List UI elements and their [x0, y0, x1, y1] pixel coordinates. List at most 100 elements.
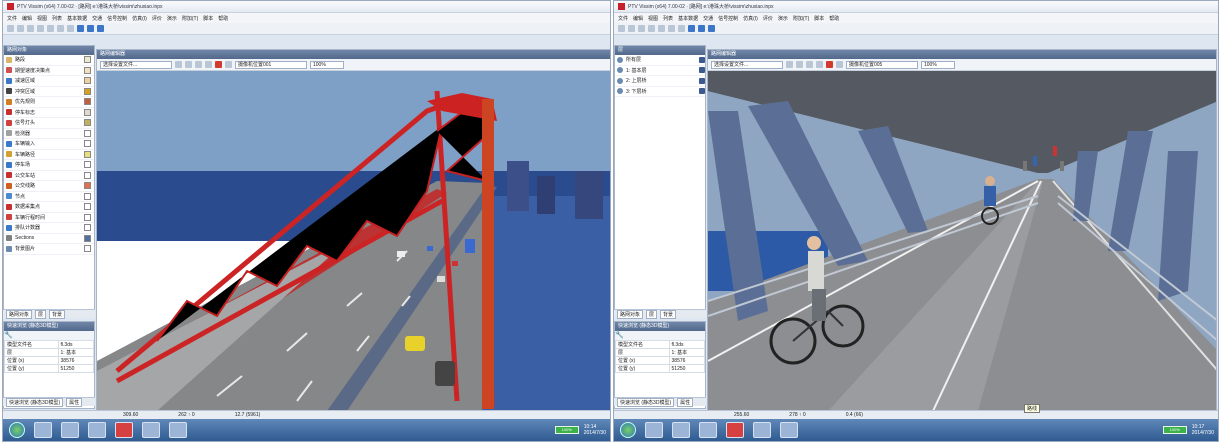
attribute-value[interactable]: fl.3ds	[57, 340, 95, 349]
menu-item[interactable]: 脚本	[203, 15, 213, 22]
view-settings-select[interactable]: 选择设置文件...	[711, 60, 783, 69]
panel-tab[interactable]: 属性	[677, 397, 694, 407]
menu-item[interactable]: 帮助	[218, 15, 228, 22]
menu-item[interactable]: 编辑	[633, 15, 643, 22]
redo-icon[interactable]	[47, 25, 54, 32]
undo-icon[interactable]	[37, 25, 44, 32]
network-object-item[interactable]: 期望速度决策点	[4, 66, 94, 76]
eye-icon[interactable]	[617, 67, 623, 74]
open-file-icon[interactable]	[628, 25, 635, 32]
panel-tab[interactable]: 背景	[49, 309, 66, 319]
bridge-deck-3d-view[interactable]	[708, 71, 1216, 411]
clock[interactable]: 10:14 2014/7/30	[584, 424, 606, 436]
attribute-value[interactable]: 38576	[668, 356, 706, 365]
attribute-value[interactable]: fl.3ds	[668, 340, 706, 349]
clock[interactable]: 10:17 2014/7/30	[1192, 424, 1214, 436]
menu-item[interactable]: 评价	[152, 15, 162, 22]
menu-item[interactable]: 列表	[52, 15, 62, 22]
menu-item[interactable]: 帮助	[829, 15, 839, 22]
taskbar-app-icon[interactable]	[169, 422, 187, 438]
save-icon[interactable]	[27, 25, 34, 32]
lock-icon[interactable]	[699, 56, 705, 63]
eye-icon[interactable]	[617, 88, 623, 95]
menu-item[interactable]: 基本数据	[678, 15, 698, 22]
zoom-out-icon[interactable]	[185, 61, 192, 68]
zoom-in-icon[interactable]	[175, 61, 182, 68]
menu-item[interactable]: 视图	[648, 15, 658, 22]
lock-icon[interactable]	[699, 67, 705, 74]
menu-item[interactable]: 基本数据	[67, 15, 87, 22]
play-icon[interactable]	[688, 25, 695, 32]
taskbar-explorer-icon[interactable]	[61, 422, 79, 438]
network-object-item[interactable]: 车辆路径	[4, 150, 94, 160]
step-icon[interactable]	[87, 25, 94, 32]
menu-item[interactable]: 交通	[703, 15, 713, 22]
taskbar-vissim-icon[interactable]	[726, 422, 744, 438]
3d-mode-icon[interactable]	[215, 61, 222, 68]
eye-icon[interactable]	[617, 56, 623, 63]
network-object-item[interactable]: 公交线路	[4, 181, 94, 192]
menu-item[interactable]: 交通	[92, 15, 102, 22]
panel-tab[interactable]: 层	[646, 309, 658, 319]
attribute-value[interactable]: 51250	[668, 364, 706, 373]
network-object-item[interactable]: 车辆输入	[4, 139, 94, 150]
lock-icon[interactable]	[699, 77, 705, 84]
layer-item[interactable]: 2: 上层桥	[615, 76, 705, 87]
taskbar-pdf-icon[interactable]	[88, 422, 106, 438]
network-object-item[interactable]: 优先规则	[4, 97, 94, 108]
lock-icon[interactable]	[699, 88, 705, 95]
panel-tab[interactable]: 路网对象	[6, 309, 33, 319]
zoom-out-icon[interactable]	[796, 61, 803, 68]
menu-item[interactable]: 信号控制	[107, 15, 127, 22]
camera-icon[interactable]	[836, 61, 843, 68]
menu-item[interactable]: 信号控制	[718, 15, 738, 22]
step-icon[interactable]	[698, 25, 705, 32]
camera-position-select[interactable]: 摄像机位置001	[235, 60, 307, 69]
network-object-item[interactable]: 背景图片	[4, 244, 94, 255]
taskbar-explorer-icon[interactable]	[672, 422, 690, 438]
settings-icon[interactable]	[67, 25, 74, 32]
wrench-icon[interactable]: 🔧	[615, 332, 624, 339]
network-object-item[interactable]: 节点	[4, 192, 94, 202]
network-object-item[interactable]: 冲突区域	[4, 87, 94, 97]
eye-icon[interactable]	[617, 77, 623, 84]
network-object-item[interactable]: 车辆行程时间	[4, 213, 94, 223]
taskbar-chrome-icon[interactable]	[142, 422, 160, 438]
panel-tab[interactable]: 快速浏览 (静态3D模型)	[6, 397, 64, 407]
new-file-icon[interactable]	[7, 25, 14, 32]
layer-item[interactable]: 3: 下层桥	[615, 87, 705, 97]
taskbar-chrome-icon[interactable]	[753, 422, 771, 438]
3d-mode-icon[interactable]	[826, 61, 833, 68]
network-object-item[interactable]: 路段	[4, 55, 94, 66]
network-object-item[interactable]: 数据采集点	[4, 202, 94, 213]
new-file-icon[interactable]	[618, 25, 625, 32]
panel-tab[interactable]: 属性	[66, 397, 83, 407]
layer-item[interactable]: 所有层	[615, 55, 705, 66]
panel-tab[interactable]: 路网对象	[617, 309, 644, 319]
panel-tab[interactable]: 层	[35, 309, 47, 319]
stop-icon[interactable]	[97, 25, 104, 32]
refresh-icon[interactable]	[668, 25, 675, 32]
network-object-item[interactable]: 检测器	[4, 129, 94, 139]
network-object-item[interactable]: 停车标志	[4, 108, 94, 118]
zoom-in-icon[interactable]	[786, 61, 793, 68]
rotate-icon[interactable]	[195, 61, 202, 68]
network-object-item[interactable]: 减速区域	[4, 76, 94, 87]
save-icon[interactable]	[638, 25, 645, 32]
menu-item[interactable]: 附加(T)	[793, 15, 809, 22]
attribute-value[interactable]: 38576	[57, 356, 95, 365]
menu-item[interactable]: 仿真(I)	[132, 15, 147, 22]
panel-tab[interactable]: 快速浏览 (静态3D模型)	[617, 397, 675, 407]
menu-item[interactable]: 演示	[167, 15, 177, 22]
open-file-icon[interactable]	[17, 25, 24, 32]
taskbar-pdf-icon[interactable]	[699, 422, 717, 438]
menu-item[interactable]: 演示	[778, 15, 788, 22]
zoom-select[interactable]: 100%	[921, 60, 955, 69]
battery-indicator[interactable]: 100%	[1162, 426, 1187, 434]
taskbar-ie-icon[interactable]	[34, 422, 52, 438]
wrench-icon[interactable]: 🔧	[4, 332, 13, 339]
network-object-item[interactable]: 公交车站	[4, 171, 94, 181]
menu-item[interactable]: 文件	[7, 15, 17, 22]
view-settings-select[interactable]: 选择设置文件...	[100, 60, 172, 69]
taskbar-ie-icon[interactable]	[645, 422, 663, 438]
